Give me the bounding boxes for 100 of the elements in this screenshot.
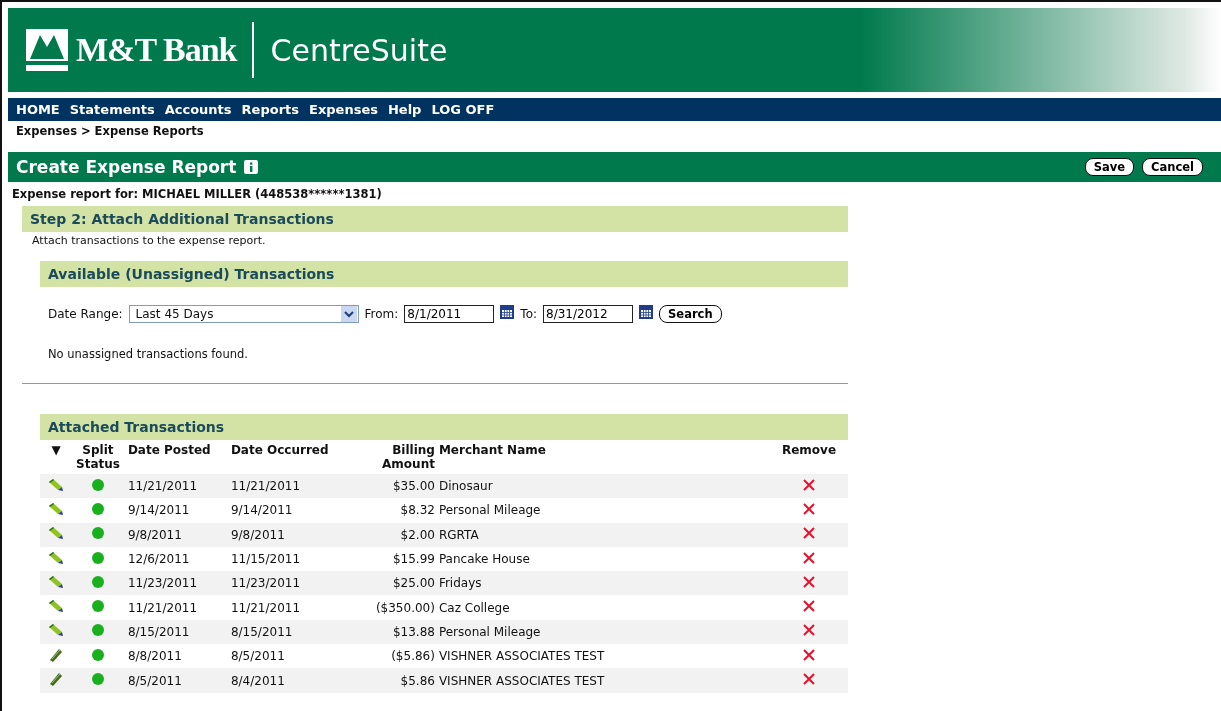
column-header: Billing Amount: [334, 440, 437, 474]
table-cell: $13.88: [334, 619, 437, 645]
table-cell: 8/8/2011: [123, 644, 227, 669]
nav-link[interactable]: Expenses: [309, 102, 378, 117]
remove-icon[interactable]: [803, 624, 815, 637]
bank-logo-icon: [26, 29, 68, 71]
breadcrumb: Expenses > Expense Reports: [15, 123, 205, 140]
status-dot: [91, 502, 104, 515]
remove-icon[interactable]: [803, 551, 815, 564]
action-button[interactable]: Cancel: [1142, 158, 1203, 176]
nav-link[interactable]: LOG OFF: [431, 102, 495, 117]
table-cell: RGRTA: [436, 522, 770, 547]
date-range-label: Date Range:: [48, 307, 123, 321]
status-dot: [91, 478, 104, 491]
table-cell: 8/15/2011: [123, 619, 227, 645]
stick-icon[interactable]: [48, 672, 64, 686]
table-cell: Fridays: [436, 571, 770, 596]
table-cell: $2.00: [334, 522, 437, 547]
section-title: Available (Unassigned) Transactions: [48, 266, 335, 282]
table-cell: 9/14/2011: [123, 498, 227, 523]
table-cell: Personal Mileage: [436, 619, 770, 645]
from-label: From:: [364, 307, 399, 321]
remove-icon[interactable]: [803, 502, 815, 515]
table-cell: 9/8/2011: [123, 522, 227, 547]
table-cell: Caz College: [436, 595, 770, 620]
table-cell: $5.86: [334, 668, 437, 693]
pencil-icon[interactable]: [48, 477, 64, 492]
column-header: Remove: [770, 440, 848, 474]
column-header: Split Status: [72, 440, 124, 474]
calendar-icon[interactable]: [639, 305, 654, 319]
section-description: Attach transactions to the expense report.: [31, 233, 267, 249]
page-title: Create Expense Report: [16, 157, 237, 177]
report-owner: Expense report for: MICHAEL MILLER (448538******1381): [11, 186, 383, 203]
pencil-icon[interactable]: [48, 526, 64, 541]
status-dot: [91, 527, 104, 540]
status-dot: [91, 624, 104, 637]
table-cell: 11/23/2011: [123, 571, 227, 596]
status-dot: [91, 575, 104, 588]
table-cell: $25.00: [334, 571, 437, 596]
remove-icon[interactable]: [803, 575, 815, 588]
nav-link[interactable]: Reports: [241, 102, 299, 117]
table-cell: 8/4/2011: [226, 668, 335, 693]
table-cell: 11/15/2011: [226, 546, 335, 572]
table-cell: 8/5/2011: [226, 644, 335, 669]
status-dot: [91, 600, 104, 613]
pencil-icon[interactable]: [48, 599, 64, 614]
info-icon[interactable]: [244, 160, 259, 174]
column-header: Merchant Name: [436, 440, 770, 474]
table-cell: ($5.86): [334, 644, 437, 669]
search-button[interactable]: Search: [659, 305, 722, 323]
pencil-icon[interactable]: [48, 623, 64, 638]
remove-icon[interactable]: [803, 527, 815, 540]
sort-toggle[interactable]: ▼: [40, 440, 72, 474]
table-cell: Pancake House: [436, 546, 770, 572]
remove-icon[interactable]: [803, 478, 815, 491]
action-button[interactable]: Save: [1084, 158, 1135, 176]
calendar-icon[interactable]: [500, 305, 515, 319]
product-name: CentreSuite: [270, 32, 448, 68]
table-cell: 11/21/2011: [123, 474, 227, 499]
table-cell: 8/15/2011: [226, 619, 335, 645]
status-dot: [91, 551, 104, 564]
bank-name: M&T Bank: [76, 31, 237, 69]
table-cell: $8.32: [334, 498, 437, 523]
column-header: Date Occurred: [226, 440, 335, 474]
remove-icon[interactable]: [803, 673, 815, 685]
section-title: Attached Transactions: [48, 419, 225, 435]
to-date-field[interactable]: 8/31/2012: [543, 305, 634, 323]
column-header: Date Posted: [123, 440, 227, 474]
table-cell: $15.99: [334, 546, 437, 572]
status-dot: [91, 648, 104, 661]
pencil-icon[interactable]: [48, 574, 64, 589]
table-cell: Personal Mileage: [436, 498, 770, 523]
remove-icon[interactable]: [803, 648, 815, 661]
table-cell: 9/14/2011: [226, 498, 335, 523]
table-cell: 11/21/2011: [123, 595, 227, 620]
table-cell: 9/8/2011: [226, 522, 335, 547]
table-cell: VISHNER ASSOCIATES TEST: [436, 644, 770, 669]
from-date-field[interactable]: 8/1/2011: [404, 305, 495, 323]
empty-message: No unassigned transactions found.: [47, 346, 249, 363]
to-label: To:: [520, 307, 538, 321]
nav-link[interactable]: Statements: [69, 102, 155, 117]
table-cell: 11/21/2011: [226, 595, 335, 620]
table-cell: $35.00: [334, 474, 437, 499]
table-cell: Dinosaur: [436, 474, 770, 499]
date-range-dropdown[interactable]: Last 45 Days: [128, 305, 359, 323]
table-cell: ($350.00): [334, 595, 437, 620]
pencil-icon[interactable]: [48, 501, 64, 516]
pencil-icon[interactable]: [48, 550, 64, 565]
nav-link[interactable]: HOME: [16, 102, 60, 117]
table-cell: 11/21/2011: [226, 474, 335, 499]
table-cell: 12/6/2011: [123, 546, 227, 572]
table-cell: 11/23/2011: [226, 571, 335, 596]
status-dot: [91, 673, 104, 685]
remove-icon[interactable]: [803, 600, 815, 613]
table-cell: VISHNER ASSOCIATES TEST: [436, 668, 770, 693]
nav-link[interactable]: Help: [387, 102, 422, 117]
nav-link[interactable]: Accounts: [164, 102, 232, 117]
table-cell: 8/5/2011: [123, 668, 227, 693]
stick-icon[interactable]: [48, 647, 64, 662]
section-title: Step 2: Attach Additional Transactions: [30, 211, 334, 227]
